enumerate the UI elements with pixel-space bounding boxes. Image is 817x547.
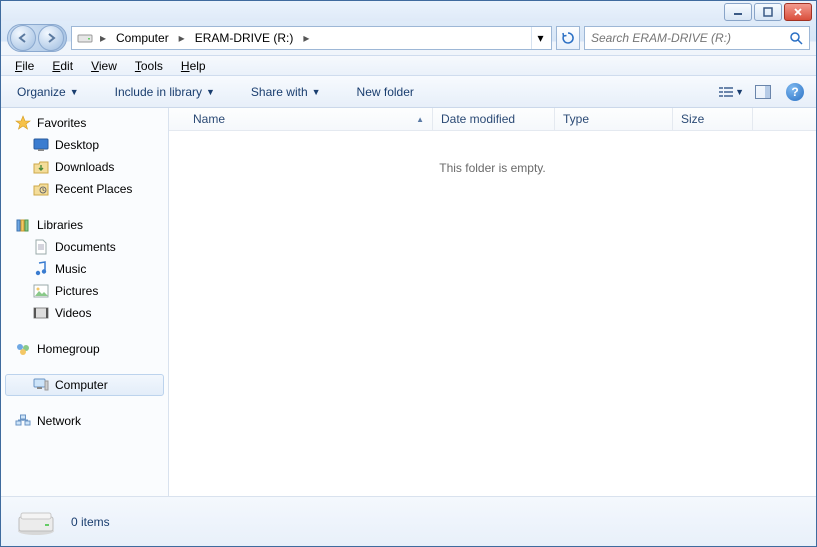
computer-icon (33, 377, 49, 393)
recent-places-icon (33, 181, 49, 197)
nav-pictures[interactable]: Pictures (1, 280, 168, 302)
nav-videos[interactable]: Videos (1, 302, 168, 324)
chevron-down-icon: ▼ (735, 87, 744, 97)
maximize-button[interactable] (754, 3, 782, 21)
back-button[interactable] (10, 25, 36, 51)
sort-ascending-icon: ▲ (416, 115, 424, 124)
column-headers: Name ▲ Date modified Type Size (169, 108, 816, 131)
nav-buttons (7, 24, 67, 52)
pictures-icon (33, 283, 49, 299)
music-icon (33, 261, 49, 277)
forward-button[interactable] (38, 25, 64, 51)
help-button[interactable]: ? (782, 81, 808, 103)
preview-pane-button[interactable] (750, 81, 776, 103)
column-name[interactable]: Name ▲ (185, 108, 433, 130)
address-bar[interactable]: ▸ Computer ▸ ERAM-DRIVE (R:) ▸ ▾ (71, 26, 552, 50)
refresh-button[interactable] (556, 26, 580, 50)
body: Favorites Desktop Downloads Recent Place… (1, 108, 816, 496)
nav-row: ▸ Computer ▸ ERAM-DRIVE (R:) ▸ ▾ (1, 21, 816, 55)
libraries-icon (15, 217, 31, 233)
empty-folder-message: This folder is empty. (439, 161, 545, 175)
breadcrumb-drive[interactable]: ERAM-DRIVE (R:) (189, 27, 300, 49)
include-in-library-button[interactable]: Include in library▼ (107, 81, 223, 103)
column-type[interactable]: Type (555, 108, 673, 130)
desktop-icon (33, 137, 49, 153)
content-area: Name ▲ Date modified Type Size This fold… (169, 108, 816, 496)
navigation-pane[interactable]: Favorites Desktop Downloads Recent Place… (1, 108, 169, 496)
chevron-right-icon[interactable]: ▸ (96, 31, 110, 45)
search-input[interactable] (589, 30, 783, 46)
search-icon[interactable] (787, 29, 805, 47)
nav-libraries[interactable]: Libraries (1, 214, 168, 236)
titlebar (1, 1, 816, 21)
share-with-button[interactable]: Share with▼ (243, 81, 329, 103)
downloads-icon (33, 159, 49, 175)
explorer-window: ▸ Computer ▸ ERAM-DRIVE (R:) ▸ ▾ File Ed… (0, 0, 817, 547)
homegroup-icon (15, 341, 31, 357)
drive-icon (76, 29, 94, 47)
menu-help[interactable]: Help (173, 57, 214, 75)
search-box[interactable] (584, 26, 810, 50)
address-dropdown[interactable]: ▾ (531, 27, 549, 49)
nav-recent-places[interactable]: Recent Places (1, 178, 168, 200)
nav-downloads[interactable]: Downloads (1, 156, 168, 178)
details-pane: 0 items (1, 496, 816, 546)
column-date-modified[interactable]: Date modified (433, 108, 555, 130)
nav-computer[interactable]: Computer (5, 374, 164, 396)
minimize-button[interactable] (724, 3, 752, 21)
file-list[interactable]: This folder is empty. (169, 131, 816, 496)
videos-icon (33, 305, 49, 321)
nav-homegroup[interactable]: Homegroup (1, 338, 168, 360)
nav-network[interactable]: Network (1, 410, 168, 432)
nav-music[interactable]: Music (1, 258, 168, 280)
network-icon (15, 413, 31, 429)
chevron-right-icon[interactable]: ▸ (175, 31, 189, 45)
column-size[interactable]: Size (673, 108, 753, 130)
window-controls (724, 3, 812, 21)
menu-bar: File Edit View Tools Help (1, 55, 816, 76)
item-count: 0 items (71, 515, 110, 529)
nav-desktop[interactable]: Desktop (1, 134, 168, 156)
chevron-down-icon: ▼ (70, 87, 79, 97)
menu-tools[interactable]: Tools (127, 57, 171, 75)
breadcrumb-computer[interactable]: Computer (110, 27, 175, 49)
chevron-down-icon: ▼ (206, 87, 215, 97)
documents-icon (33, 239, 49, 255)
command-bar: Organize▼ Include in library▼ Share with… (1, 76, 816, 108)
menu-view[interactable]: View (83, 57, 125, 75)
drive-icon (15, 506, 57, 538)
menu-edit[interactable]: Edit (44, 57, 81, 75)
new-folder-button[interactable]: New folder (349, 81, 422, 103)
chevron-right-icon[interactable]: ▸ (299, 31, 313, 45)
help-icon: ? (786, 83, 804, 101)
nav-documents[interactable]: Documents (1, 236, 168, 258)
menu-file[interactable]: File (7, 57, 42, 75)
favorites-icon (15, 115, 31, 131)
chevron-down-icon: ▼ (312, 87, 321, 97)
view-options-button[interactable]: ▼ (718, 81, 744, 103)
nav-favorites[interactable]: Favorites (1, 112, 168, 134)
organize-button[interactable]: Organize▼ (9, 81, 87, 103)
close-button[interactable] (784, 3, 812, 21)
